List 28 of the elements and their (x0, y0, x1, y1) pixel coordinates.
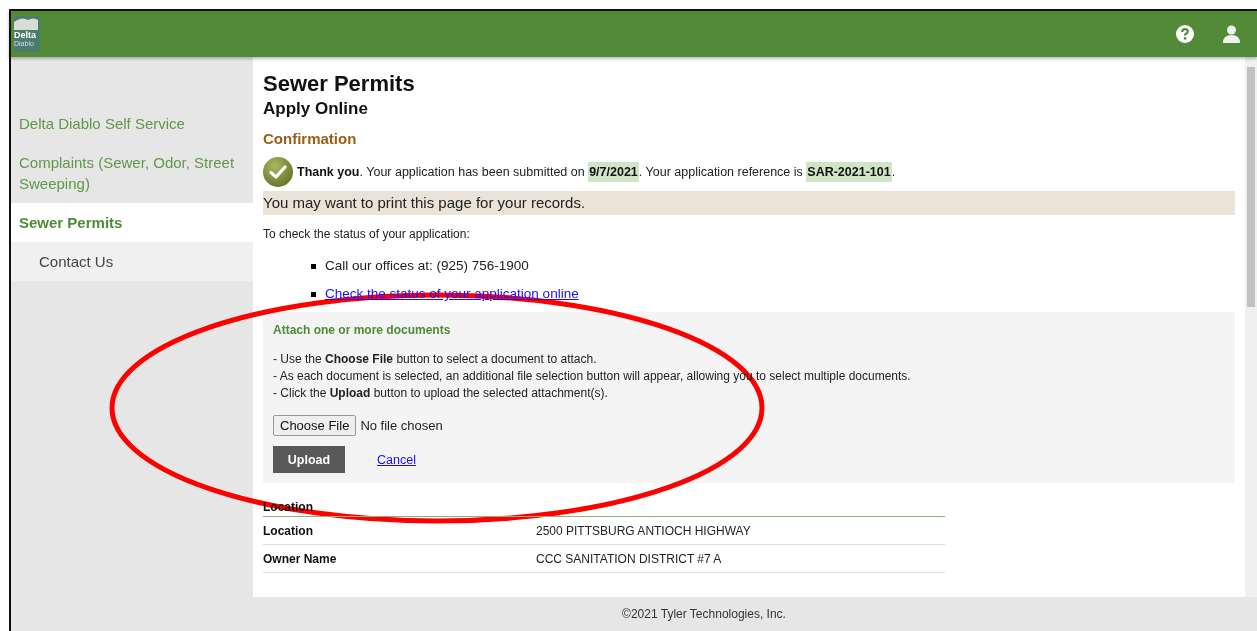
cancel-link[interactable]: Cancel (377, 452, 416, 467)
sidebar-item[interactable]: Sewer Permits (11, 203, 253, 242)
panel-title: Attach one or more documents (273, 323, 452, 337)
page-title: Sewer Permits (263, 70, 416, 98)
scrollbar[interactable] (1245, 57, 1257, 597)
instruction-text: - Click the Upload button to upload the selected attachment(s). (273, 385, 609, 402)
choose-file-button[interactable]: Choose File (273, 415, 357, 436)
section-heading: Confirmation (263, 129, 358, 149)
status-option: Call our offices at: (925) 756-1900 (325, 252, 529, 280)
table-cell: 2500 PITTSBURG ANTIOCH HIGHWAY (536, 524, 751, 538)
bullet-icon (311, 263, 316, 269)
print-notice: You may want to print this page for your records. (263, 191, 1235, 215)
bullet-icon (311, 291, 316, 297)
confirmation-message: Thank you. Your application has been submitted on 9/7/2021. Your application reference is SAR-2021-101. (297, 165, 896, 179)
checkmark-icon (263, 157, 293, 187)
table-cell: CCC SANITATION DISTRICT #7 A (536, 552, 722, 566)
instruction-text: - Use the Choose File button to select a document to attach. (273, 351, 598, 368)
footer-text: ©2021 Tyler Technologies, Inc. (9, 597, 1257, 631)
logo-text: Delta (14, 30, 36, 40)
user-icon[interactable] (1223, 25, 1240, 43)
table-cell-text: Owner Name (263, 552, 338, 566)
upload-button[interactable]: Upload (273, 446, 345, 473)
table-cell-text: Location (263, 524, 314, 538)
file-status: No file chosen (360, 418, 443, 433)
status-intro: To check the status of your application: (263, 227, 471, 241)
page-subtitle: Apply Online (263, 98, 369, 120)
help-icon[interactable] (1176, 25, 1194, 43)
sidebar-item[interactable]: Contact Us (11, 242, 253, 281)
